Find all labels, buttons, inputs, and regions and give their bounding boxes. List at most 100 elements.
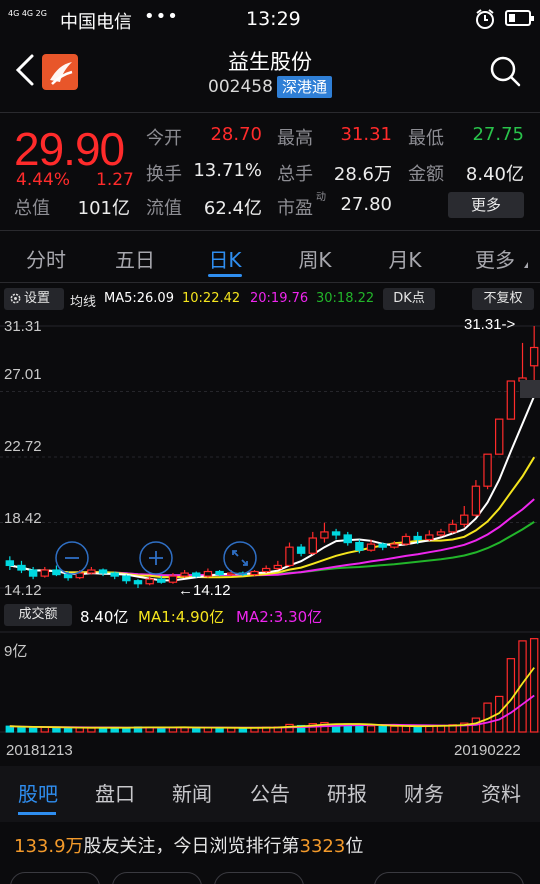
open-value: 28.70 [210, 124, 262, 145]
candle-body [52, 569, 61, 576]
candle-body [331, 531, 341, 536]
gear-icon [10, 293, 21, 304]
turnover-value: 13.71% [193, 160, 262, 181]
subtab-3[interactable] [214, 872, 304, 884]
candle-body [145, 578, 154, 585]
y-label-top: 31.31 [4, 318, 42, 335]
y-label-3: 22.72 [4, 438, 42, 455]
candle-body [355, 541, 364, 551]
volume-bar [28, 726, 38, 733]
candle-body [133, 580, 143, 585]
search-icon[interactable] [488, 54, 522, 88]
float-cap-value: 62.4亿 [203, 198, 262, 219]
ma30-value: 30:18.22 [316, 291, 375, 306]
candle-body [506, 380, 516, 420]
volume-chart[interactable]: 9亿 [0, 630, 540, 735]
adjust-button[interactable]: 不复权 [472, 288, 534, 310]
tab-more-periods[interactable]: 更多 [455, 244, 535, 273]
subtab-2[interactable] [112, 872, 202, 884]
candle-body [378, 543, 387, 548]
settings-button[interactable]: 设置 [4, 288, 64, 310]
pe-superscript: 动 [316, 192, 326, 203]
tab-profile[interactable]: 资料 [466, 778, 536, 807]
candle-body [122, 575, 131, 582]
candle-body [495, 418, 504, 455]
volume-label: 总手 [277, 164, 313, 185]
total-cap-label: 总值 [14, 198, 50, 219]
amount-value: 8.40亿 [465, 164, 524, 185]
date-axis: 20181213 20190222 [0, 740, 540, 762]
more-dots: ••• [144, 6, 179, 27]
app-header: 益生股份 002458 深港通 [0, 38, 540, 106]
ma-label: 均线 [70, 295, 97, 310]
candle-body [296, 546, 306, 554]
volume-ma1-line [9, 667, 535, 729]
market-tag[interactable]: 深港通 [276, 76, 332, 98]
tab-monthly-k[interactable]: 月K [365, 244, 445, 273]
stock-code-line: 002458 深港通 [0, 76, 540, 98]
volume-svg [0, 631, 540, 733]
follow-count: 133.9万 [14, 836, 84, 857]
volume-bar [355, 724, 364, 733]
candle-body [250, 570, 259, 576]
icon-ring [223, 541, 257, 575]
date-end: 20190222 [454, 742, 521, 759]
follow-line: 133.9万股友关注，今日浏览排行第3323位 [14, 832, 363, 858]
subtab-4[interactable] [374, 872, 524, 884]
tab-weekly-k[interactable]: 周K [275, 244, 355, 273]
follow-suffix: 位 [345, 836, 364, 857]
subtab-1[interactable] [10, 872, 100, 884]
price-cursor-box [520, 380, 540, 398]
tab-research[interactable]: 研报 [312, 778, 382, 807]
candle-body [273, 564, 283, 570]
volume-bar [366, 725, 376, 733]
date-start: 20181213 [6, 742, 73, 759]
chart-zoom-out-icon[interactable] [55, 541, 89, 575]
chart-zoom-in-icon[interactable] [139, 541, 173, 575]
volume-ma2-line [9, 694, 535, 729]
kline-chart[interactable]: 31.31 27.01 22.72 18.42 14.12 31.31-> ←1… [0, 312, 540, 602]
browse-rank: 3323 [299, 836, 346, 857]
volume-bar [413, 725, 422, 733]
more-button[interactable]: 更多 [448, 192, 524, 218]
icon-stroke [232, 550, 248, 566]
volume-bar [52, 727, 61, 733]
tab-news[interactable]: 新闻 [157, 778, 227, 807]
y-label-4: 18.42 [4, 510, 42, 527]
candle-body [401, 535, 411, 545]
kline-svg [0, 325, 540, 589]
tab-five-day[interactable]: 五日 [95, 244, 175, 273]
ma10-value: 10:22.42 [182, 291, 241, 306]
y-label-2: 27.01 [4, 366, 42, 383]
candle-body [483, 453, 492, 487]
low-label: 最低 [408, 128, 444, 149]
candle-body [343, 534, 352, 544]
divider [0, 112, 540, 113]
turnover-label: 换手 [146, 164, 182, 185]
candle-body [436, 531, 446, 536]
float-cap-label: 流值 [146, 198, 182, 219]
candle-body [425, 534, 434, 541]
volume-bar [529, 638, 539, 733]
low-value: 27.75 [472, 124, 524, 145]
active-tab-indicator [18, 812, 56, 815]
candle-body [320, 531, 329, 539]
tab-announcements[interactable]: 公告 [235, 778, 305, 807]
candle-body [98, 569, 108, 574]
change-percent: 4.44% [16, 170, 71, 190]
high-value: 31.31 [340, 124, 392, 145]
dk-points-button[interactable]: DK点 [383, 288, 435, 310]
info-tabs: 股吧 盘口 新闻 公告 研报 财务 资料 [0, 766, 540, 822]
tab-finance[interactable]: 财务 [389, 778, 459, 807]
volume-type-button[interactable]: 成交额 [4, 604, 72, 626]
tab-orderbook[interactable]: 盘口 [80, 778, 150, 807]
sub-tabs [0, 872, 540, 884]
chart-fullscreen-icon[interactable] [223, 541, 257, 575]
tab-intraday[interactable]: 分时 [6, 244, 86, 273]
candle-body [63, 573, 73, 579]
tab-forum[interactable]: 股吧 [3, 778, 73, 807]
candle-body [168, 575, 178, 583]
candle-body [261, 567, 271, 573]
tab-daily-k[interactable]: 日K [185, 244, 265, 273]
last-price: 29.90 [14, 123, 125, 175]
